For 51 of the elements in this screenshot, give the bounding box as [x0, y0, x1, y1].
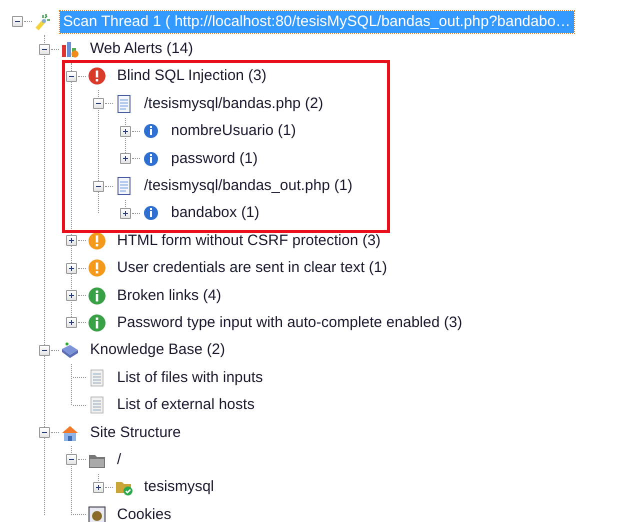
- tree-item[interactable]: List of files with inputs: [114, 366, 266, 389]
- info-icon: [88, 286, 106, 305]
- expand-icon[interactable]: [66, 317, 77, 328]
- expand-icon[interactable]: [93, 482, 104, 493]
- collapse-icon[interactable]: [39, 344, 50, 356]
- tree-item[interactable]: Blind SQL Injection (3): [114, 65, 270, 88]
- collapse-icon[interactable]: [66, 70, 77, 82]
- exclamation-icon: [88, 67, 106, 86]
- expand-icon[interactable]: [120, 208, 131, 219]
- tree-item[interactable]: nombreUsuario (1): [168, 120, 300, 142]
- cookie-icon: [88, 506, 106, 522]
- tree-item[interactable]: password (1): [168, 148, 261, 170]
- collapse-icon[interactable]: [66, 454, 77, 466]
- collapse-icon[interactable]: [93, 180, 104, 192]
- tree-item[interactable]: /tesismysql/bandas.php (2): [141, 92, 326, 115]
- document-icon: [115, 94, 133, 113]
- collapse-icon[interactable]: [12, 16, 23, 28]
- tree-item[interactable]: HTML form without CSRF protection (3): [114, 230, 384, 252]
- info-icon: [142, 122, 160, 140]
- expand-icon[interactable]: [120, 153, 131, 164]
- tree-item[interactable]: Broken links (4): [114, 284, 224, 307]
- info-icon: [88, 314, 106, 332]
- expand-icon[interactable]: [66, 262, 77, 274]
- tree-item[interactable]: /: [114, 448, 124, 471]
- list-icon: [88, 396, 106, 414]
- book-icon: [61, 341, 79, 360]
- tree-item[interactable]: Cookies: [114, 504, 174, 522]
- tree-item[interactable]: User credentials are sent in clear text (1): [114, 257, 390, 280]
- info-icon: [142, 150, 160, 168]
- expand-icon[interactable]: [120, 126, 131, 137]
- tree-item[interactable]: /tesismysql/bandas_out.php (1): [141, 175, 356, 198]
- exclamation-icon: [88, 232, 106, 250]
- list-icon: [88, 368, 106, 387]
- tree-item[interactable]: tesismysql: [141, 476, 218, 498]
- document-icon: [115, 177, 133, 196]
- tree-item[interactable]: Web Alerts (14): [87, 38, 196, 60]
- exclamation-icon: [88, 259, 106, 278]
- collapse-icon[interactable]: [93, 98, 104, 110]
- tree-item[interactable]: Password type input with auto-complete enabled (3): [114, 312, 466, 334]
- tree-item[interactable]: Site Structure: [87, 422, 184, 444]
- bar-chart-icon: [61, 40, 79, 58]
- expand-icon[interactable]: [66, 235, 77, 246]
- tree-item[interactable]: bandabox (1): [168, 202, 262, 224]
- magic-wand-icon: [34, 12, 52, 31]
- tree-item[interactable]: List of external hosts: [114, 394, 258, 416]
- house-icon: [61, 424, 79, 442]
- collapse-icon[interactable]: [39, 44, 50, 55]
- info-icon: [142, 204, 160, 222]
- tree-item[interactable]: Knowledge Base (2): [87, 339, 228, 362]
- collapse-icon[interactable]: [39, 427, 50, 438]
- expand-icon[interactable]: [66, 290, 77, 302]
